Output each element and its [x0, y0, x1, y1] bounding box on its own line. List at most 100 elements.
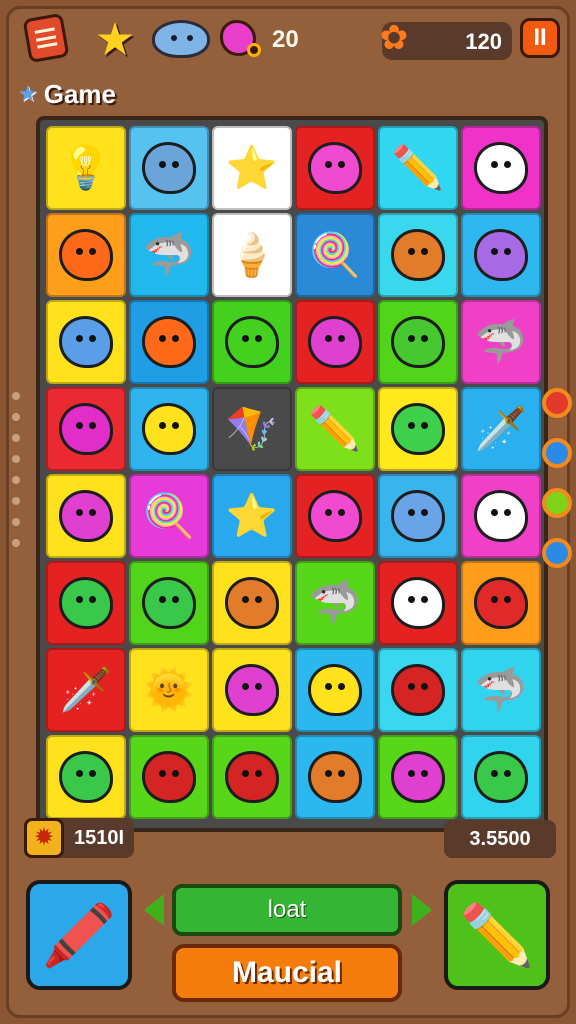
pink-blob-icon[interactable] [220, 20, 261, 57]
tile-item-icon: 🦈 [142, 231, 196, 278]
menu-card-icon[interactable] [22, 12, 70, 64]
creature-icon [59, 751, 113, 803]
creature-icon [391, 577, 445, 629]
game-tile[interactable] [461, 474, 541, 558]
orange-action-button[interactable]: Maucial [172, 944, 402, 1002]
game-tile[interactable] [378, 474, 458, 558]
game-tile[interactable] [212, 300, 292, 384]
score-display: ✿ 120 [380, 19, 512, 60]
game-tile[interactable] [129, 561, 209, 645]
game-tile[interactable]: ⭐ [212, 126, 292, 210]
creature-icon [474, 751, 528, 803]
game-tile[interactable] [461, 213, 541, 297]
game-tile[interactable]: 🦈 [295, 561, 375, 645]
game-tile[interactable]: 🪁 [212, 387, 292, 471]
game-tile[interactable]: ⭐ [212, 474, 292, 558]
creature-icon [474, 490, 528, 542]
game-tile[interactable]: 🍦 [212, 213, 292, 297]
tile-item-icon: 🦈 [308, 579, 362, 626]
pink-pencil-button[interactable]: 🖍️ [26, 880, 132, 990]
title-star-icon: ★ [18, 81, 38, 106]
game-tile[interactable] [129, 126, 209, 210]
creature-icon [59, 316, 113, 368]
game-tile[interactable]: 🍭 [129, 474, 209, 558]
creature-icon [225, 751, 279, 803]
sun-badge-icon: ✹ [24, 818, 64, 858]
game-tile[interactable] [378, 735, 458, 819]
creature-icon [59, 490, 113, 542]
green-action-button[interactable]: loat [172, 884, 402, 936]
creature-icon [308, 751, 362, 803]
game-tile[interactable]: 🦈 [461, 300, 541, 384]
tile-item-icon: 🍦 [225, 231, 279, 278]
game-tile[interactable] [378, 387, 458, 471]
orb-blue-2[interactable] [542, 538, 572, 568]
game-tile[interactable] [46, 735, 126, 819]
star-icon[interactable]: ★ [90, 14, 140, 64]
game-tile[interactable] [212, 735, 292, 819]
orb-red[interactable] [542, 388, 572, 418]
game-tile[interactable] [461, 735, 541, 819]
score-value: 120 [465, 29, 502, 54]
creature-icon [142, 316, 196, 368]
game-tile[interactable] [129, 387, 209, 471]
game-tile[interactable] [46, 213, 126, 297]
creature-icon [391, 664, 445, 716]
creature-icon [225, 316, 279, 368]
left-dot-indicator [12, 392, 20, 560]
game-tile[interactable]: 🗡️ [46, 648, 126, 732]
tile-item-icon: ✏️ [308, 405, 362, 452]
game-tile[interactable] [295, 735, 375, 819]
arrow-left-icon[interactable] [144, 894, 164, 926]
game-tile[interactable] [46, 474, 126, 558]
game-tile[interactable] [212, 648, 292, 732]
pink-pencil-icon: 🖍️ [41, 901, 117, 969]
creature-icon [308, 490, 362, 542]
orb-green[interactable] [542, 488, 572, 518]
creature-icon [59, 403, 113, 455]
gem-cluster-icon: ✿ [379, 19, 409, 57]
game-tile[interactable] [295, 474, 375, 558]
tile-item-icon: 🗡️ [474, 405, 528, 452]
game-tile[interactable] [46, 561, 126, 645]
game-tile[interactable] [295, 300, 375, 384]
game-tile[interactable] [378, 300, 458, 384]
creature-icon [308, 664, 362, 716]
game-tile[interactable] [378, 561, 458, 645]
arrow-right-icon[interactable] [412, 894, 432, 926]
game-tile[interactable] [46, 387, 126, 471]
tile-item-icon: 🦈 [474, 318, 528, 365]
creature-icon [474, 577, 528, 629]
yellow-pencil-button[interactable]: ✏️ [444, 880, 550, 990]
game-tile[interactable]: 🦈 [129, 213, 209, 297]
title-text: Game [43, 78, 116, 109]
game-tile[interactable] [378, 213, 458, 297]
seal-creature-icon[interactable] [152, 20, 210, 58]
tile-grid: 💡 ⭐ ✏️ 🦈 🍦 🍭 🦈 🪁 ✏️ 🗡️ 🍭 ⭐ 🦈 🗡️ 🌞 🦈 [46, 126, 541, 819]
game-tile[interactable] [461, 561, 541, 645]
right-orb-column [542, 388, 572, 588]
game-tile[interactable] [46, 300, 126, 384]
game-tile[interactable]: 🍭 [295, 213, 375, 297]
blob-count: 20 [272, 26, 299, 53]
game-tile[interactable]: 🌞 [129, 648, 209, 732]
game-tile[interactable]: 🗡️ [461, 387, 541, 471]
right-stat-value: 3.5500 [444, 820, 556, 858]
game-tile[interactable]: ✏️ [378, 126, 458, 210]
game-tile[interactable] [378, 648, 458, 732]
game-tile[interactable] [129, 300, 209, 384]
game-tile[interactable] [129, 735, 209, 819]
pause-button[interactable]: II [520, 18, 560, 58]
game-tile[interactable]: 💡 [46, 126, 126, 210]
game-tile[interactable]: ✏️ [295, 387, 375, 471]
creature-icon [391, 403, 445, 455]
game-tile[interactable] [295, 126, 375, 210]
orb-blue[interactable] [542, 438, 572, 468]
game-tile[interactable] [461, 126, 541, 210]
game-tile[interactable] [295, 648, 375, 732]
game-tile[interactable]: 🦈 [461, 648, 541, 732]
creature-icon [308, 316, 362, 368]
creature-icon [308, 142, 362, 194]
game-tile[interactable] [212, 561, 292, 645]
tile-item-icon: 🍭 [308, 231, 362, 278]
